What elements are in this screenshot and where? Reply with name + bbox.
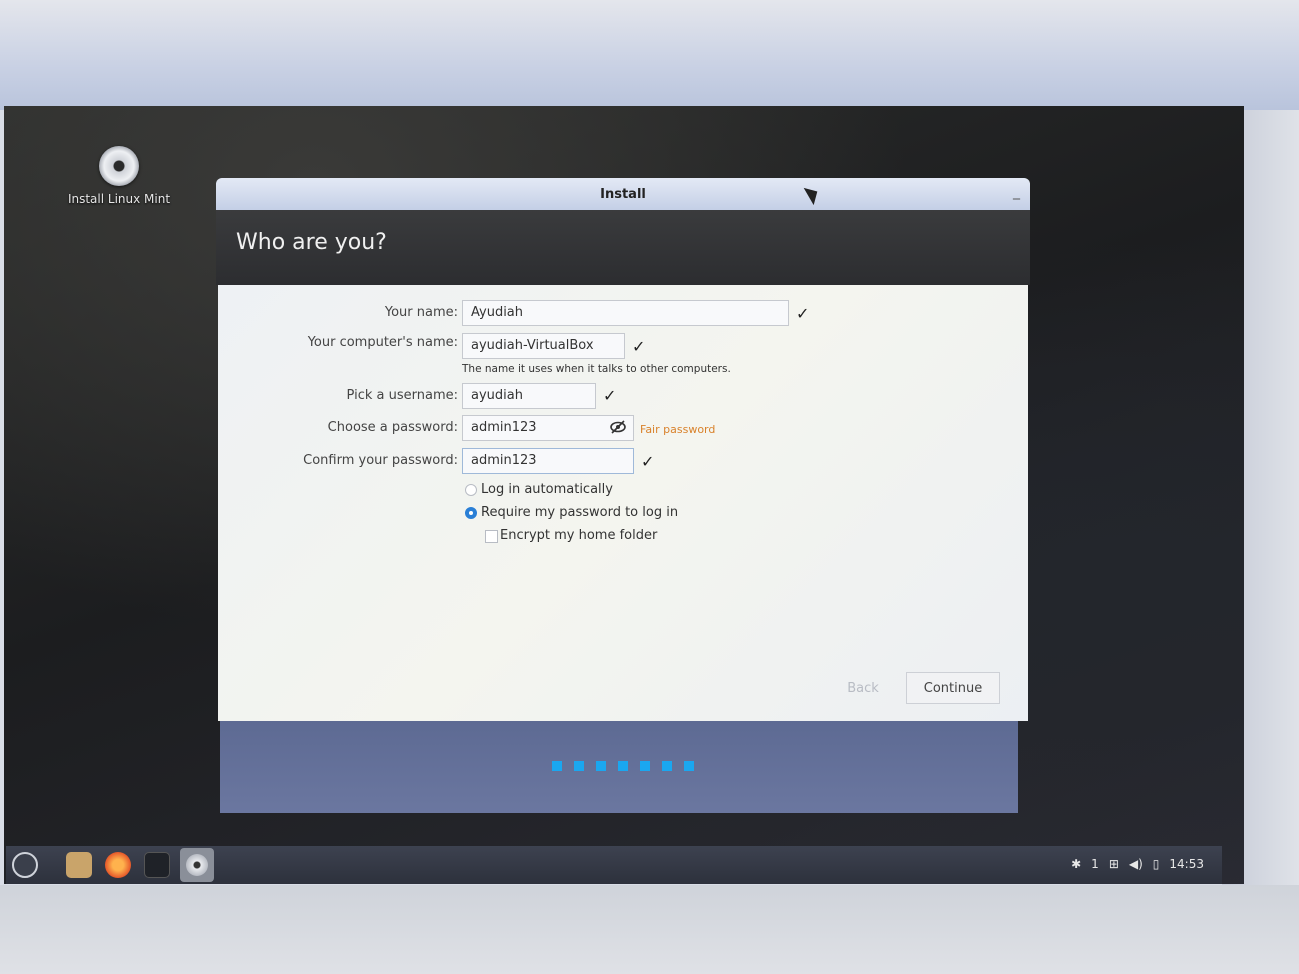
require-password-label[interactable]: Require my password to log in	[481, 505, 678, 520]
username-valid-icon: ✓	[603, 386, 617, 405]
page-header: Who are you?	[216, 210, 1030, 285]
computer-name-valid-icon: ✓	[632, 337, 646, 356]
install-linux-mint-desktop-icon[interactable]: Install Linux Mint	[64, 146, 174, 206]
encrypt-home-checkbox[interactable]	[485, 530, 498, 543]
back-button[interactable]: Back	[818, 672, 908, 704]
minimize-button[interactable]: _	[1013, 184, 1020, 200]
disc-icon	[99, 146, 139, 186]
progress-step	[662, 761, 672, 771]
files-icon[interactable]	[66, 852, 92, 878]
battery-icon[interactable]: ▯	[1153, 857, 1160, 871]
encrypt-home-label[interactable]: Encrypt my home folder	[500, 528, 657, 543]
confirm-password-input[interactable]: admin123	[462, 448, 634, 474]
monitor-bezel-top	[0, 0, 1299, 110]
progress-step	[684, 761, 694, 771]
disc-icon	[186, 854, 208, 876]
installer-progress-bar	[220, 721, 1018, 813]
your-name-input[interactable]: Ayudiah	[462, 300, 789, 326]
your-name-label: Your name:	[384, 305, 458, 320]
system-tray: ✱ 1 ⊞ ◀) ▯ 14:53	[1071, 857, 1204, 871]
window-title: Install	[600, 186, 646, 202]
monitor-bezel-bottom	[0, 885, 1299, 974]
password-label: Choose a password:	[327, 420, 458, 435]
mint-menu-icon[interactable]	[12, 852, 38, 878]
progress-dots	[552, 761, 694, 771]
computer-name-hint: The name it uses when it talks to other …	[462, 363, 731, 375]
continue-button[interactable]: Continue	[906, 672, 1000, 704]
require-password-radio[interactable]	[465, 507, 477, 519]
password-strength: Fair password	[640, 423, 716, 436]
confirm-password-label: Confirm your password:	[303, 453, 458, 468]
notification-icon[interactable]: ✱	[1071, 857, 1081, 871]
log-in-automatically-label[interactable]: Log in automatically	[481, 482, 613, 497]
taskbar: ✱ 1 ⊞ ◀) ▯ 14:53	[6, 846, 1222, 884]
network-icon[interactable]: ⊞	[1109, 857, 1119, 871]
progress-step	[552, 761, 562, 771]
progress-step	[640, 761, 650, 771]
notification-count: 1	[1091, 857, 1099, 871]
installer-window: Install _ Who are you? Your name: Ayudia…	[216, 178, 1030, 814]
password-input[interactable]: admin123	[462, 415, 634, 441]
terminal-icon[interactable]	[144, 852, 170, 878]
username-label: Pick a username:	[346, 388, 458, 403]
user-form-panel: Your name: Ayudiah ✓ Your computer's nam…	[218, 285, 1028, 721]
installer-taskbar-icon[interactable]	[180, 848, 214, 882]
log-in-automatically-radio[interactable]	[465, 484, 477, 496]
computer-name-input[interactable]: ayudiah-VirtualBox	[462, 333, 625, 359]
desktop-icon-label: Install Linux Mint	[67, 192, 171, 206]
volume-icon[interactable]: ◀)	[1129, 857, 1143, 871]
confirm-password-valid-icon: ✓	[641, 452, 655, 471]
progress-step	[574, 761, 584, 771]
progress-step	[618, 761, 628, 771]
window-titlebar[interactable]: Install _	[216, 178, 1030, 210]
progress-step	[596, 761, 606, 771]
computer-name-label: Your computer's name:	[307, 335, 458, 350]
your-name-valid-icon: ✓	[796, 304, 810, 323]
page-title: Who are you?	[236, 230, 387, 255]
firefox-icon[interactable]	[105, 852, 131, 878]
username-input[interactable]: ayudiah	[462, 383, 596, 409]
clock[interactable]: 14:53	[1169, 857, 1204, 871]
show-password-icon[interactable]	[610, 420, 626, 438]
